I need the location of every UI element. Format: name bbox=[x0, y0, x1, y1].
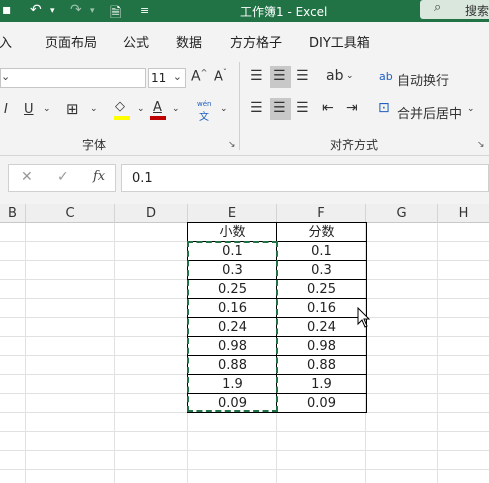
underline-icon[interactable]: U bbox=[24, 102, 34, 117]
fill-color-icon[interactable]: ◇ bbox=[115, 99, 125, 114]
redo-icon[interactable]: ↷ bbox=[70, 2, 82, 18]
italic-icon[interactable]: I bbox=[4, 102, 8, 117]
align-center-icon[interactable]: ☰ bbox=[273, 100, 286, 116]
table-border bbox=[187, 412, 367, 413]
title-bar: ▪ ↶ ▾ ↷ ▾ 🗎 ≡ 工作簿1 - Excel ⌕ 搜索 bbox=[0, 0, 489, 22]
borders-dropdown-icon[interactable]: ⌄ bbox=[90, 104, 98, 114]
column-header-f[interactable]: F bbox=[277, 204, 366, 223]
fraction-cell[interactable]: 0.1 bbox=[277, 242, 366, 261]
column-header-c[interactable]: C bbox=[26, 204, 115, 223]
fraction-cell[interactable]: 0.09 bbox=[277, 394, 366, 413]
font-name-select[interactable]: ⌄ bbox=[0, 68, 146, 88]
underline-dropdown-icon[interactable]: ⌄ bbox=[43, 104, 51, 114]
font-size-select[interactable]: 11 ⌄ bbox=[148, 68, 186, 88]
increase-indent-icon[interactable]: ⇥ bbox=[346, 100, 358, 116]
ribbon-tabs: 插入 页面布局 公式 数据 方方格子 DIY工具箱 bbox=[0, 22, 489, 58]
mouse-cursor-icon bbox=[357, 307, 371, 328]
wrap-text-button[interactable]: 自动换行 bbox=[397, 70, 449, 89]
formula-input[interactable]: 0.1 bbox=[121, 164, 489, 192]
merge-center-icon[interactable]: ⊡ bbox=[378, 100, 390, 116]
borders-icon[interactable]: ⊞ bbox=[66, 100, 79, 118]
merge-dropdown-icon[interactable]: ⌄ bbox=[467, 104, 475, 114]
insert-function-icon[interactable]: fx bbox=[93, 169, 105, 184]
ribbon: ⌄ 11 ⌄ A^ Aˇ I U ⌄ ⊞ ⌄ ◇ ⌄ A ⌄ wén 文 ⌄ 字… bbox=[0, 58, 489, 156]
align-bottom-icon[interactable]: ☰ bbox=[296, 68, 309, 84]
column-header-g[interactable]: G bbox=[366, 204, 438, 223]
column-gridline bbox=[437, 223, 438, 483]
increase-font-icon[interactable]: A^ bbox=[191, 68, 207, 85]
alignment-dialog-launcher-icon[interactable]: ↘ bbox=[477, 140, 485, 150]
tab-diy-toolbox[interactable]: DIY工具箱 bbox=[309, 32, 370, 51]
decrease-font-icon[interactable]: Aˇ bbox=[214, 68, 227, 84]
fraction-cell[interactable]: 0.16 bbox=[277, 299, 366, 318]
tab-formulas[interactable]: 公式 bbox=[123, 32, 149, 51]
font-color-swatch bbox=[150, 116, 166, 120]
row-gridline bbox=[0, 469, 489, 470]
customize-toolbar-icon[interactable]: ≡ bbox=[140, 4, 149, 17]
decrease-indent-icon[interactable]: ⇤ bbox=[322, 100, 334, 116]
font-group-label: 字体 bbox=[82, 138, 107, 152]
font-color-icon[interactable]: A bbox=[153, 100, 162, 115]
window-title: 工作簿1 - Excel bbox=[240, 5, 328, 19]
redo-dropdown-icon[interactable]: ▾ bbox=[90, 6, 95, 16]
table-border bbox=[187, 222, 367, 223]
tab-insert[interactable]: 插入 bbox=[0, 32, 12, 51]
formula-bar: ✕ ✓ fx 0.1 bbox=[0, 156, 489, 204]
search-box[interactable]: ⌕ 搜索 bbox=[420, 0, 489, 19]
align-right-icon[interactable]: ☰ bbox=[296, 100, 309, 116]
undo-dropdown-icon[interactable]: ▾ bbox=[50, 6, 55, 16]
phonetic-top: wén bbox=[197, 100, 212, 108]
header-cell-fraction[interactable]: 分数 bbox=[277, 223, 366, 242]
fraction-cell[interactable]: 1.9 bbox=[277, 375, 366, 394]
tab-page-layout[interactable]: 页面布局 bbox=[45, 32, 97, 51]
font-color-dropdown-icon[interactable]: ⌄ bbox=[172, 104, 180, 114]
tab-data[interactable]: 数据 bbox=[176, 32, 202, 51]
enter-icon[interactable]: ✓ bbox=[57, 169, 69, 185]
cancel-icon[interactable]: ✕ bbox=[21, 169, 33, 185]
fraction-cell[interactable]: 0.98 bbox=[277, 337, 366, 356]
worksheet-grid[interactable]: B C D E F G H 小数 分数 0.1 0.1 0.3 0.3 0.25 0.25 0.… bbox=[0, 204, 489, 483]
alignment-group-label: 对齐方式 bbox=[330, 138, 379, 152]
copy-selection-marquee bbox=[187, 241, 278, 412]
orientation-icon[interactable]: ab bbox=[326, 68, 343, 84]
search-label: 搜索 bbox=[465, 4, 489, 18]
tab-fangfang[interactable]: 方方格子 bbox=[230, 32, 282, 51]
font-dialog-launcher-icon[interactable]: ↘ bbox=[228, 140, 236, 150]
phonetic-dropdown-icon[interactable]: ⌄ bbox=[220, 104, 228, 114]
header-cell-decimal[interactable]: 小数 bbox=[188, 223, 277, 242]
undo-icon[interactable]: ↶ bbox=[30, 2, 42, 18]
chevron-down-icon: ⌄ bbox=[172, 70, 182, 83]
column-header-b[interactable]: B bbox=[0, 204, 26, 223]
align-middle-icon[interactable]: ☰ bbox=[273, 68, 286, 84]
column-header-e[interactable]: E bbox=[188, 204, 277, 223]
formula-value: 0.1 bbox=[132, 171, 153, 186]
column-header-h[interactable]: H bbox=[438, 204, 489, 223]
fill-color-swatch bbox=[114, 116, 130, 120]
row-gridline bbox=[0, 450, 489, 451]
orientation-dropdown-icon[interactable]: ⌄ bbox=[346, 71, 354, 81]
column-gridline bbox=[25, 223, 26, 483]
fraction-cell[interactable]: 0.3 bbox=[277, 261, 366, 280]
phonetic-guide-icon[interactable]: 文 bbox=[199, 108, 209, 123]
wrap-text-icon[interactable]: ab bbox=[379, 70, 393, 83]
fraction-cell[interactable]: 0.24 bbox=[277, 318, 366, 337]
save-icon[interactable]: ▪ bbox=[2, 2, 12, 18]
search-icon: ⌕ bbox=[434, 0, 442, 15]
formula-controls: ✕ ✓ fx bbox=[8, 164, 116, 192]
font-size-value: 11 bbox=[151, 71, 167, 85]
column-header-d[interactable]: D bbox=[115, 204, 188, 223]
group-divider bbox=[239, 62, 240, 150]
fraction-cell[interactable]: 0.25 bbox=[277, 280, 366, 299]
fraction-cell[interactable]: 0.88 bbox=[277, 356, 366, 375]
column-gridline bbox=[114, 223, 115, 483]
align-left-icon[interactable]: ☰ bbox=[250, 100, 263, 116]
chevron-down-icon: ⌄ bbox=[1, 70, 11, 83]
align-top-icon[interactable]: ☰ bbox=[250, 68, 263, 84]
fill-color-dropdown-icon[interactable]: ⌄ bbox=[137, 104, 145, 114]
merge-center-button[interactable]: 合并后居中 bbox=[397, 103, 462, 122]
row-gridline bbox=[0, 431, 489, 432]
